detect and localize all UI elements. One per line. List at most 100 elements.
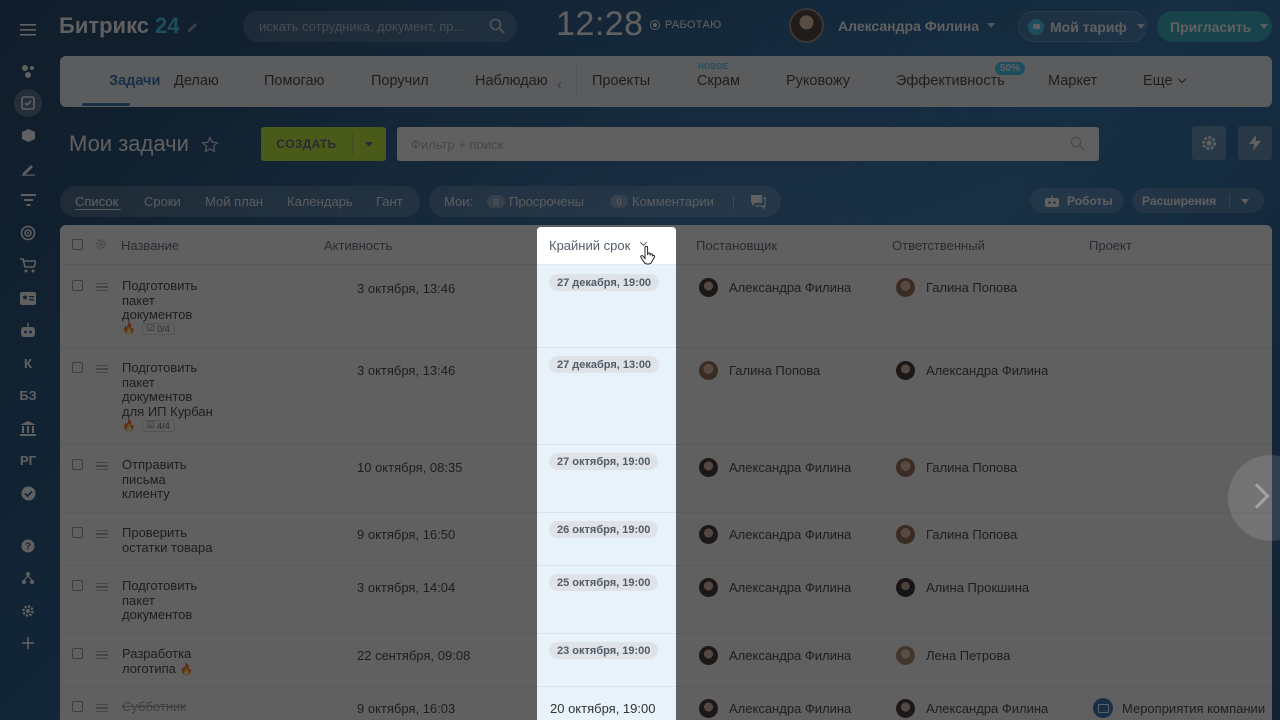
chevron-down-icon[interactable] [365,142,373,147]
view-gantt[interactable]: Гант [376,194,403,209]
sign-icon[interactable] [0,152,56,185]
task-responsible[interactable]: Александра Филина [896,361,1048,380]
task-creator[interactable]: Александра Филина [699,646,851,665]
search-icon[interactable] [1070,136,1085,151]
task-title[interactable]: Подготовить пакет документов для ИП Курб… [122,360,217,419]
burger-icon[interactable] [0,14,56,47]
invite-button[interactable]: Пригласить [1157,11,1272,42]
sidebar-item-rg[interactable]: РГ [0,445,56,478]
create-button[interactable]: СОЗДАТЬ [261,127,386,161]
deadline-badge[interactable]: 26 октября, 19:00 [549,521,659,538]
task-creator[interactable]: Александра Филина [699,699,851,718]
task-responsible[interactable]: Лена Петрова [896,646,1010,665]
task-title[interactable]: Субботник [122,699,217,715]
help-icon[interactable]: ? [0,530,56,563]
deadline-badge[interactable]: 27 декабря, 13:00 [549,356,660,373]
automation-button[interactable] [1238,126,1272,160]
cart-icon[interactable] [0,250,56,283]
tab-supervising[interactable]: Руковожу [786,73,850,89]
feed-icon[interactable] [0,55,56,88]
tab-assigned[interactable]: Поручил [371,73,429,89]
column-activity[interactable]: Активность [324,238,392,253]
tab-doing[interactable]: Делаю [174,73,219,89]
task-responsible[interactable]: Алина Прокшина [896,578,1029,597]
filter-search-input[interactable]: Фильтр + поиск [397,127,1099,161]
row-checkbox[interactable] [72,648,83,659]
view-my-plan[interactable]: Мой план [205,194,263,209]
task-creator[interactable]: Александра Филина [699,525,851,544]
column-deadline[interactable]: Крайний срок [537,227,676,265]
overdue-filter[interactable]: Просрочены [509,194,584,209]
bank-icon[interactable] [0,412,56,445]
chevron-down-icon[interactable] [1241,199,1249,204]
row-checkbox[interactable] [72,701,83,712]
deadline-badge[interactable]: 23 октября, 19:00 [549,642,659,659]
column-creator[interactable]: Постановщик [696,238,777,253]
robots-button[interactable]: Роботы [1030,188,1124,213]
task-creator[interactable]: Александра Филина [699,578,851,597]
drag-handle-icon[interactable] [96,583,108,591]
chat-icon[interactable] [750,194,766,209]
view-calendar[interactable]: Календарь [287,194,353,209]
plus-icon[interactable] [0,627,56,660]
row-checkbox[interactable] [72,459,83,470]
task-responsible[interactable]: Галина Попова [896,458,1017,477]
target-icon[interactable] [0,217,56,250]
sidebar-item-k[interactable]: К [0,347,56,380]
tasks-icon[interactable] [0,87,56,120]
view-deadlines[interactable]: Сроки [144,194,181,209]
settings-icon[interactable] [0,595,56,628]
task-responsible[interactable]: Александра Филина [896,699,1048,718]
drag-handle-icon[interactable] [96,365,108,373]
tab-projects[interactable]: Проекты [592,73,650,89]
task-creator[interactable]: Галина Попова [699,361,820,380]
drag-handle-icon[interactable] [96,651,108,659]
task-title[interactable]: Подготовить пакет документов [122,578,217,623]
contact-card-icon[interactable] [0,282,56,315]
work-status[interactable]: РАБОТАЮ [650,19,722,31]
row-checkbox[interactable] [72,280,83,291]
search-icon[interactable] [489,18,505,34]
view-list[interactable]: Список [75,194,118,209]
column-responsible[interactable]: Ответственный [892,238,985,253]
drag-handle-icon[interactable] [96,283,108,291]
drag-handle-icon[interactable] [96,530,108,538]
task-title[interactable]: Проверить остатки товара [122,525,217,555]
row-checkbox[interactable] [72,527,83,538]
structure-icon[interactable] [0,562,56,595]
task-creator[interactable]: Александра Филина [699,278,851,297]
pencil-icon[interactable] [186,19,200,33]
tab-market[interactable]: Маркет [1048,73,1097,89]
logo[interactable]: Битрикс 24 [59,13,180,39]
task-title[interactable]: Разработка логотипа 🔥 [122,646,202,677]
row-checkbox[interactable] [72,362,83,373]
tab-scrum[interactable]: Скрам [697,73,740,89]
box-icon[interactable] [0,120,56,153]
user-menu[interactable]: Александра Филина [789,8,996,43]
row-checkbox[interactable] [72,580,83,591]
tab-efficiency[interactable]: Эффективность [896,73,1005,89]
tab-helping[interactable]: Помогаю [264,73,324,89]
tab-tasks[interactable]: Задачи [109,73,160,89]
tariff-button[interactable]: Мой тариф [1018,11,1147,42]
task-title[interactable]: Подготовить пакет документов [122,278,217,323]
task-project[interactable]: Мероприятия компании [1093,698,1265,718]
clock[interactable]: 12:28 [556,5,644,44]
task-title[interactable]: Отправить письма клиенту [122,457,217,502]
column-project[interactable]: Проект [1089,238,1132,253]
tab-watching[interactable]: Наблюдаю [475,73,548,89]
drag-handle-icon[interactable] [96,462,108,470]
check-circle-icon[interactable] [0,477,56,510]
task-responsible[interactable]: Галина Попова [896,525,1017,544]
deadline-text[interactable]: 20 октября, 19:00 [550,701,655,716]
task-creator[interactable]: Александра Филина [699,458,851,477]
comments-filter[interactable]: Комментарии [632,194,714,209]
deadline-badge[interactable]: 27 октября, 19:00 [549,453,659,470]
chevron-left-icon[interactable]: ‹ [557,76,562,92]
extensions-button[interactable]: Расширения [1132,188,1264,213]
chevron-down-icon[interactable] [639,238,648,247]
sidebar-item-kb[interactable]: БЗ [0,380,56,413]
settings-button[interactable] [1192,126,1226,160]
star-icon[interactable] [201,136,219,154]
gear-icon[interactable] [95,238,107,250]
